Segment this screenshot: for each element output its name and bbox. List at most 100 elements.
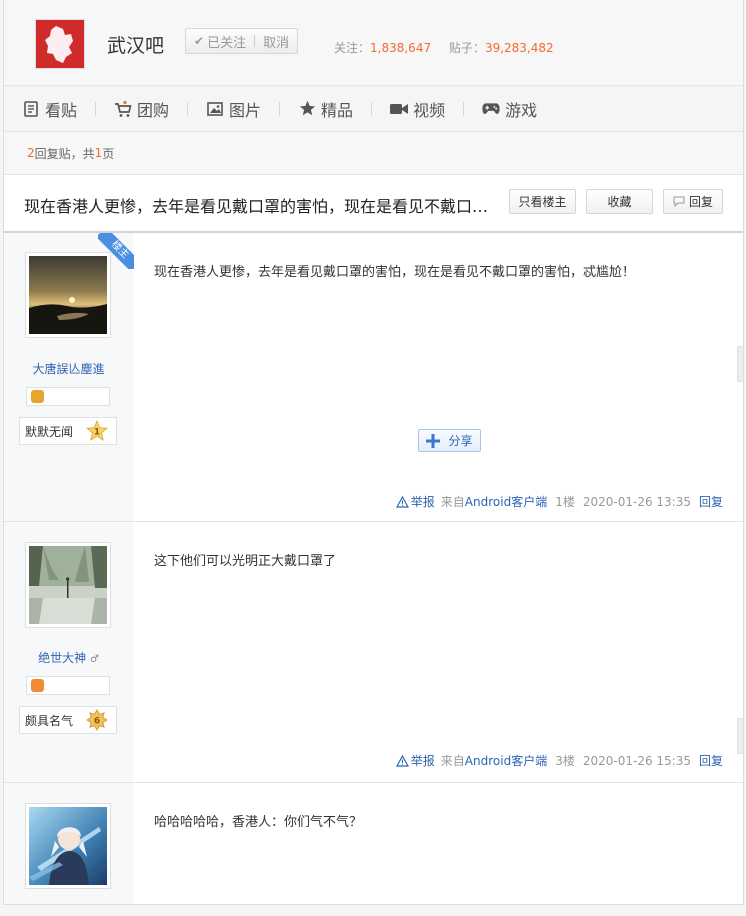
wuhan-map-icon	[36, 20, 84, 68]
report-button[interactable]: 举报	[395, 493, 435, 510]
nav-divider	[463, 101, 465, 116]
tab-video[interactable]: 视频	[390, 97, 445, 121]
forum-name[interactable]: 武汉吧	[107, 31, 164, 58]
reply-count-bar: 2 回复贴，共 1 页	[4, 132, 743, 175]
page-count: 1	[94, 146, 103, 160]
nav-divider	[187, 101, 189, 116]
tab-games-label: 游戏	[505, 100, 538, 120]
forum-nav: 看贴 团购 图片 精品 视频 游戏	[4, 86, 743, 132]
image-icon	[206, 100, 224, 118]
badge-icon[interactable]	[31, 390, 44, 403]
nav-divider	[279, 101, 281, 116]
source-link[interactable]: Android客户端	[465, 752, 547, 769]
warning-icon	[395, 754, 409, 767]
gamepad-icon	[482, 100, 500, 118]
document-icon	[22, 100, 40, 118]
post-floor-partial: 哈哈哈哈哈，香港人：你们气不气？	[4, 783, 743, 904]
side-scroll-tab[interactable]	[737, 718, 743, 754]
level-name: 颇具名气	[25, 713, 74, 728]
level-name: 默默无闻	[25, 424, 74, 439]
post-time: 2020-01-26 13:35	[582, 494, 691, 509]
reply-button[interactable]: 回复	[663, 189, 723, 214]
level-star-icon: 6	[86, 709, 108, 731]
post-tail: 举报 来自 Android客户端 1楼 2020-01-26 13:35 回复	[395, 493, 723, 510]
report-label: 举报	[410, 495, 435, 509]
avatar[interactable]	[25, 542, 111, 628]
video-icon	[390, 100, 409, 118]
avatar-forest-image	[29, 546, 107, 624]
post-floor-1: 楼主 大唐誤亾塵進 默默无闻 1 现在香港人更惨，去年是看见戴口罩的害怕，现在是…	[4, 233, 743, 522]
username[interactable]: 大唐誤亾塵進	[4, 360, 133, 377]
checkmark-icon: ✔	[194, 34, 205, 48]
side-scroll-tab[interactable]	[737, 346, 743, 382]
level-badge[interactable]: 颇具名气 6	[19, 706, 117, 734]
gender-male-icon: ♂	[89, 654, 99, 665]
source-prefix: 来自	[440, 754, 465, 768]
divider	[254, 35, 256, 47]
gamepad-badge-icon[interactable]	[31, 679, 44, 692]
comment-icon	[673, 196, 685, 207]
level-badge[interactable]: 默默无闻 1	[19, 417, 117, 445]
reply-count-text: 回复贴，共	[34, 146, 95, 161]
followers-label: 关注：	[334, 41, 371, 55]
post-content: 哈哈哈哈哈，香港人：你们气不气？	[154, 815, 363, 830]
tab-images-label: 图片	[229, 100, 262, 120]
posts-label: 贴子：	[448, 41, 485, 55]
follow-status-label: 已关注	[207, 35, 247, 51]
level-number: 1	[94, 428, 100, 438]
page-suffix: 页	[102, 146, 115, 161]
tab-posts[interactable]: 看贴	[22, 97, 77, 121]
share-button[interactable]: 分享	[418, 429, 481, 452]
avatar-anime-image	[29, 807, 107, 885]
post-reply-link[interactable]: 回复	[699, 752, 723, 769]
follow-status-button[interactable]: ✔ 已关注 取消	[185, 28, 299, 54]
post-tail: 举报 来自 Android客户端 3楼 2020-01-26 15:35 回复	[395, 752, 723, 769]
followers-count: 1,838,647	[370, 41, 432, 55]
level-number: 6	[94, 717, 100, 727]
source-link[interactable]: Android客户端	[465, 493, 547, 510]
reply-button-label: 回复	[688, 195, 713, 209]
tab-group-buy[interactable]: 团购	[114, 97, 169, 121]
badge-row	[26, 676, 110, 695]
source-prefix: 来自	[440, 495, 465, 509]
tab-featured[interactable]: 精品	[298, 97, 353, 121]
forum-header: 武汉吧 ✔ 已关注 取消 关注：1,838,647 贴子：39,283,482	[4, 0, 743, 86]
tab-posts-label: 看贴	[45, 100, 78, 120]
plus-icon	[426, 433, 441, 448]
post-content: 现在香港人更惨，去年是看见戴口罩的害怕，现在是看见不戴口罩的害怕，忒尴尬！	[154, 265, 636, 280]
floor-number: 1楼	[555, 495, 575, 509]
floor-number: 3楼	[555, 754, 575, 768]
level-star-icon: 1	[86, 420, 108, 441]
avatar[interactable]	[25, 252, 111, 338]
nav-divider	[371, 101, 373, 116]
forum-logo[interactable]	[35, 19, 85, 69]
avatar[interactable]	[25, 803, 111, 889]
badge-row	[26, 387, 110, 406]
avatar-sunset-image	[29, 256, 107, 334]
thread-title: 现在香港人更惨，去年是看见戴口罩的害怕，现在是看见不戴口罩的害怕，忒尴尬！	[24, 197, 494, 216]
username-label: 绝世大神	[38, 651, 87, 665]
reply-count: 2	[27, 146, 35, 160]
share-label: 分享	[448, 434, 473, 448]
tab-video-label: 视频	[413, 100, 446, 120]
report-label: 举报	[410, 754, 435, 768]
star-icon	[298, 100, 316, 118]
posts-count: 39,283,482	[484, 41, 554, 55]
favorite-button[interactable]: 收藏	[586, 189, 653, 214]
warning-icon	[395, 495, 409, 508]
post-reply-link[interactable]: 回复	[699, 493, 723, 510]
tab-games[interactable]: 游戏	[482, 97, 537, 121]
cart-icon	[114, 100, 132, 118]
tab-group-buy-label: 团购	[137, 100, 170, 120]
forum-stats: 关注：1,838,647 贴子：39,283,482	[334, 39, 568, 56]
username[interactable]: 绝世大神 ♂	[4, 649, 133, 666]
thread-page: 武汉吧 ✔ 已关注 取消 关注：1,838,647 贴子：39,283,482 …	[3, 0, 744, 905]
thread-title-bar: 现在香港人更惨，去年是看见戴口罩的害怕，现在是看见不戴口罩的害怕，忒尴尬！ 只看…	[4, 175, 743, 233]
unfollow-button[interactable]: 取消	[263, 32, 289, 51]
post-content: 这下他们可以光明正大戴口罩了	[154, 554, 337, 569]
post-floor-3: 绝世大神 ♂ 颇具名气 6 这下他们可以光明正大戴口罩了 举报 来自 Andro…	[4, 522, 743, 783]
tab-featured-label: 精品	[321, 100, 354, 120]
only-op-button[interactable]: 只看楼主	[509, 189, 576, 214]
tab-images[interactable]: 图片	[206, 97, 261, 121]
report-button[interactable]: 举报	[395, 752, 435, 769]
